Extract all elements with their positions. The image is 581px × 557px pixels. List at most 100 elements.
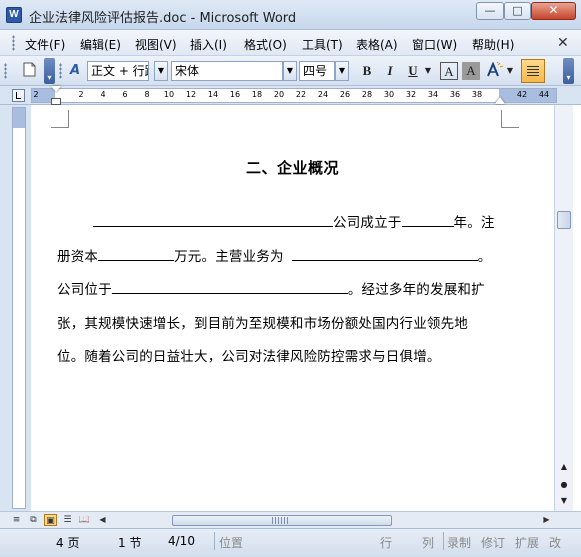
status-position: 位置 xyxy=(219,536,244,550)
status-section: 1 节 xyxy=(118,536,142,550)
next-page-icon[interactable]: ▼ xyxy=(558,495,570,507)
line3-text-a: 公司位于 xyxy=(57,282,112,298)
text-effects-dropdown-icon[interactable]: ▼ xyxy=(505,62,515,80)
ruler-tick: 18 xyxy=(251,90,263,99)
toolbar-grip[interactable] xyxy=(4,63,7,79)
founding-year-blank[interactable] xyxy=(401,213,454,227)
vertical-ruler[interactable] xyxy=(12,107,26,509)
close-document-button[interactable]: ✕ xyxy=(557,35,569,51)
paragraph-line-1: 公司成立于 年。注 xyxy=(57,211,505,231)
line2-text-a: 册资本 xyxy=(57,249,99,265)
ruler-tick: 26 xyxy=(339,90,351,99)
status-overtype[interactable]: 改 xyxy=(549,534,561,551)
vertical-scrollbar[interactable]: ▲ ● ▼ xyxy=(554,105,573,511)
left-indent-marker[interactable] xyxy=(51,98,61,105)
tab-selector-icon[interactable] xyxy=(12,89,25,102)
new-document-icon[interactable] xyxy=(20,62,38,80)
menu-format[interactable]: 格式(O) xyxy=(244,36,287,53)
menu-help[interactable]: 帮助(H) xyxy=(472,36,514,53)
status-line: 行 xyxy=(380,536,393,550)
menu-insert[interactable]: 插入(I) xyxy=(190,36,227,53)
status-record[interactable]: 录制 xyxy=(447,534,471,551)
menu-edit[interactable]: 编辑(E) xyxy=(80,36,121,53)
vertical-scroll-thumb[interactable] xyxy=(557,211,571,229)
paragraph-line-4: 张，其规模快速增长，到目前为至规模和市场份额处国内行业领先地 xyxy=(57,316,468,332)
font-combo[interactable]: 宋体 xyxy=(171,61,283,81)
reading-view-icon[interactable]: 📖 xyxy=(78,514,91,526)
menu-window[interactable]: 窗口(W) xyxy=(412,36,457,53)
registered-capital-blank[interactable] xyxy=(98,247,175,261)
close-window-button[interactable]: ✕ xyxy=(531,2,576,20)
minimize-button[interactable]: — xyxy=(476,2,504,20)
right-indent-marker[interactable] xyxy=(495,97,505,104)
ruler-tick: 42 xyxy=(516,90,528,99)
toolbar-options-chevron-icon[interactable]: ▾ xyxy=(44,58,55,84)
ruler-tick: 34 xyxy=(427,90,439,99)
web-view-icon[interactable]: ⧉ xyxy=(27,514,40,526)
company-location-blank[interactable] xyxy=(111,280,348,294)
underline-dropdown-icon[interactable]: ▼ xyxy=(423,62,433,80)
print-view-icon[interactable]: ▣ xyxy=(44,514,57,526)
horizontal-ruler[interactable]: 2 2 4 6 8 10 12 14 16 18 20 22 24 26 28 … xyxy=(31,88,557,103)
bold-button[interactable]: B xyxy=(358,62,376,80)
ruler-tick: 24 xyxy=(317,90,329,99)
margin-corner-mark xyxy=(501,110,519,128)
italic-button[interactable]: I xyxy=(381,62,399,80)
status-separator xyxy=(214,532,215,550)
status-extend[interactable]: 扩展 xyxy=(515,534,539,551)
menu-view[interactable]: 视图(V) xyxy=(135,36,177,53)
paragraph-line-2: 册资本 万元。主营业务为 。 xyxy=(57,245,505,265)
ruler-tick: 6 xyxy=(122,90,128,99)
status-separator xyxy=(443,532,444,550)
toolbar-grip-2[interactable] xyxy=(59,63,62,79)
vertical-ruler-area xyxy=(0,105,31,511)
window-title: 企业法律风险评估报告.doc - Microsoft Word xyxy=(29,11,297,26)
paragraph-line-5: 位。随着公司的日益壮大，公司对法律风险防控需求与日俱增。 xyxy=(57,349,441,365)
scroll-left-icon[interactable]: ◀ xyxy=(96,514,109,526)
paragraph-align-icon[interactable] xyxy=(521,59,545,83)
ruler-tick: 32 xyxy=(405,90,417,99)
vertical-ruler-top-margin xyxy=(13,108,25,128)
maximize-button[interactable]: □ xyxy=(504,2,531,20)
font-size-combo[interactable]: 四号 xyxy=(299,61,335,81)
char-border-button[interactable]: A xyxy=(440,62,458,80)
toolbar-options-chevron-icon-2[interactable]: ▾ xyxy=(563,58,574,84)
style-combo[interactable]: 正文 + 行距 xyxy=(87,61,149,81)
menubar-grip[interactable] xyxy=(12,35,15,51)
line2-text-c: 。 xyxy=(477,249,492,265)
scroll-thumb-grip xyxy=(272,517,290,524)
normal-view-icon[interactable]: ≡ xyxy=(10,514,23,526)
char-shading-button[interactable]: A xyxy=(462,62,480,80)
ruler-tick: 2 xyxy=(33,90,39,99)
underline-button[interactable]: U xyxy=(404,62,422,80)
status-revise[interactable]: 修订 xyxy=(481,534,505,551)
previous-page-icon[interactable]: ▲ xyxy=(558,461,570,473)
ruler-tick: 44 xyxy=(538,90,550,99)
style-dropdown-icon[interactable]: ▼ xyxy=(154,61,168,81)
first-line-indent-marker[interactable] xyxy=(51,86,61,92)
company-name-blank[interactable] xyxy=(93,213,333,227)
styles-formatting-icon[interactable]: A xyxy=(66,62,84,80)
menu-file[interactable]: 文件(F) xyxy=(25,36,65,53)
status-column: 列 xyxy=(422,536,435,550)
ruler-tick: 16 xyxy=(229,90,241,99)
status-bar: 4 页 1 节 4/10 位置 行 列 录制 修订 扩展 改 xyxy=(0,528,581,557)
document-page[interactable]: 二、企业概况 公司成立于 年。注 册资本 万元。主营业务为 。 公司位于 。经过多年的发… xyxy=(31,105,554,511)
section-heading: 二、企业概况 xyxy=(245,159,339,177)
menu-table[interactable]: 表格(A) xyxy=(356,36,398,53)
title-bar: W 企业法律风险评估报告.doc - Microsoft Word — □ ✕ xyxy=(0,0,581,30)
ruler-tick: 12 xyxy=(185,90,197,99)
browse-object-icon[interactable]: ● xyxy=(558,479,570,491)
scroll-right-icon[interactable]: ▶ xyxy=(540,514,553,526)
main-business-blank[interactable] xyxy=(291,247,478,261)
formatting-toolbar: ▾ A 正文 + 行距 ▼ 宋体 ▼ 四号 ▼ B I U ▼ A A ▼ ▾ xyxy=(0,56,581,86)
text-effects-icon[interactable] xyxy=(485,61,504,80)
menu-bar: 文件(F) 编辑(E) 视图(V) 插入(I) 格式(O) 工具(T) 表格(A… xyxy=(0,30,581,56)
word-app-icon[interactable]: W xyxy=(6,7,22,23)
horizontal-scroll-row: ≡ ⧉ ▣ ☰ 📖 ◀ ▶ xyxy=(0,511,581,528)
outline-view-icon[interactable]: ☰ xyxy=(61,514,74,526)
ruler-tick: 22 xyxy=(295,90,307,99)
font-size-dropdown-icon[interactable]: ▼ xyxy=(335,61,349,81)
font-dropdown-icon[interactable]: ▼ xyxy=(283,61,297,81)
menu-tools[interactable]: 工具(T) xyxy=(302,36,343,53)
